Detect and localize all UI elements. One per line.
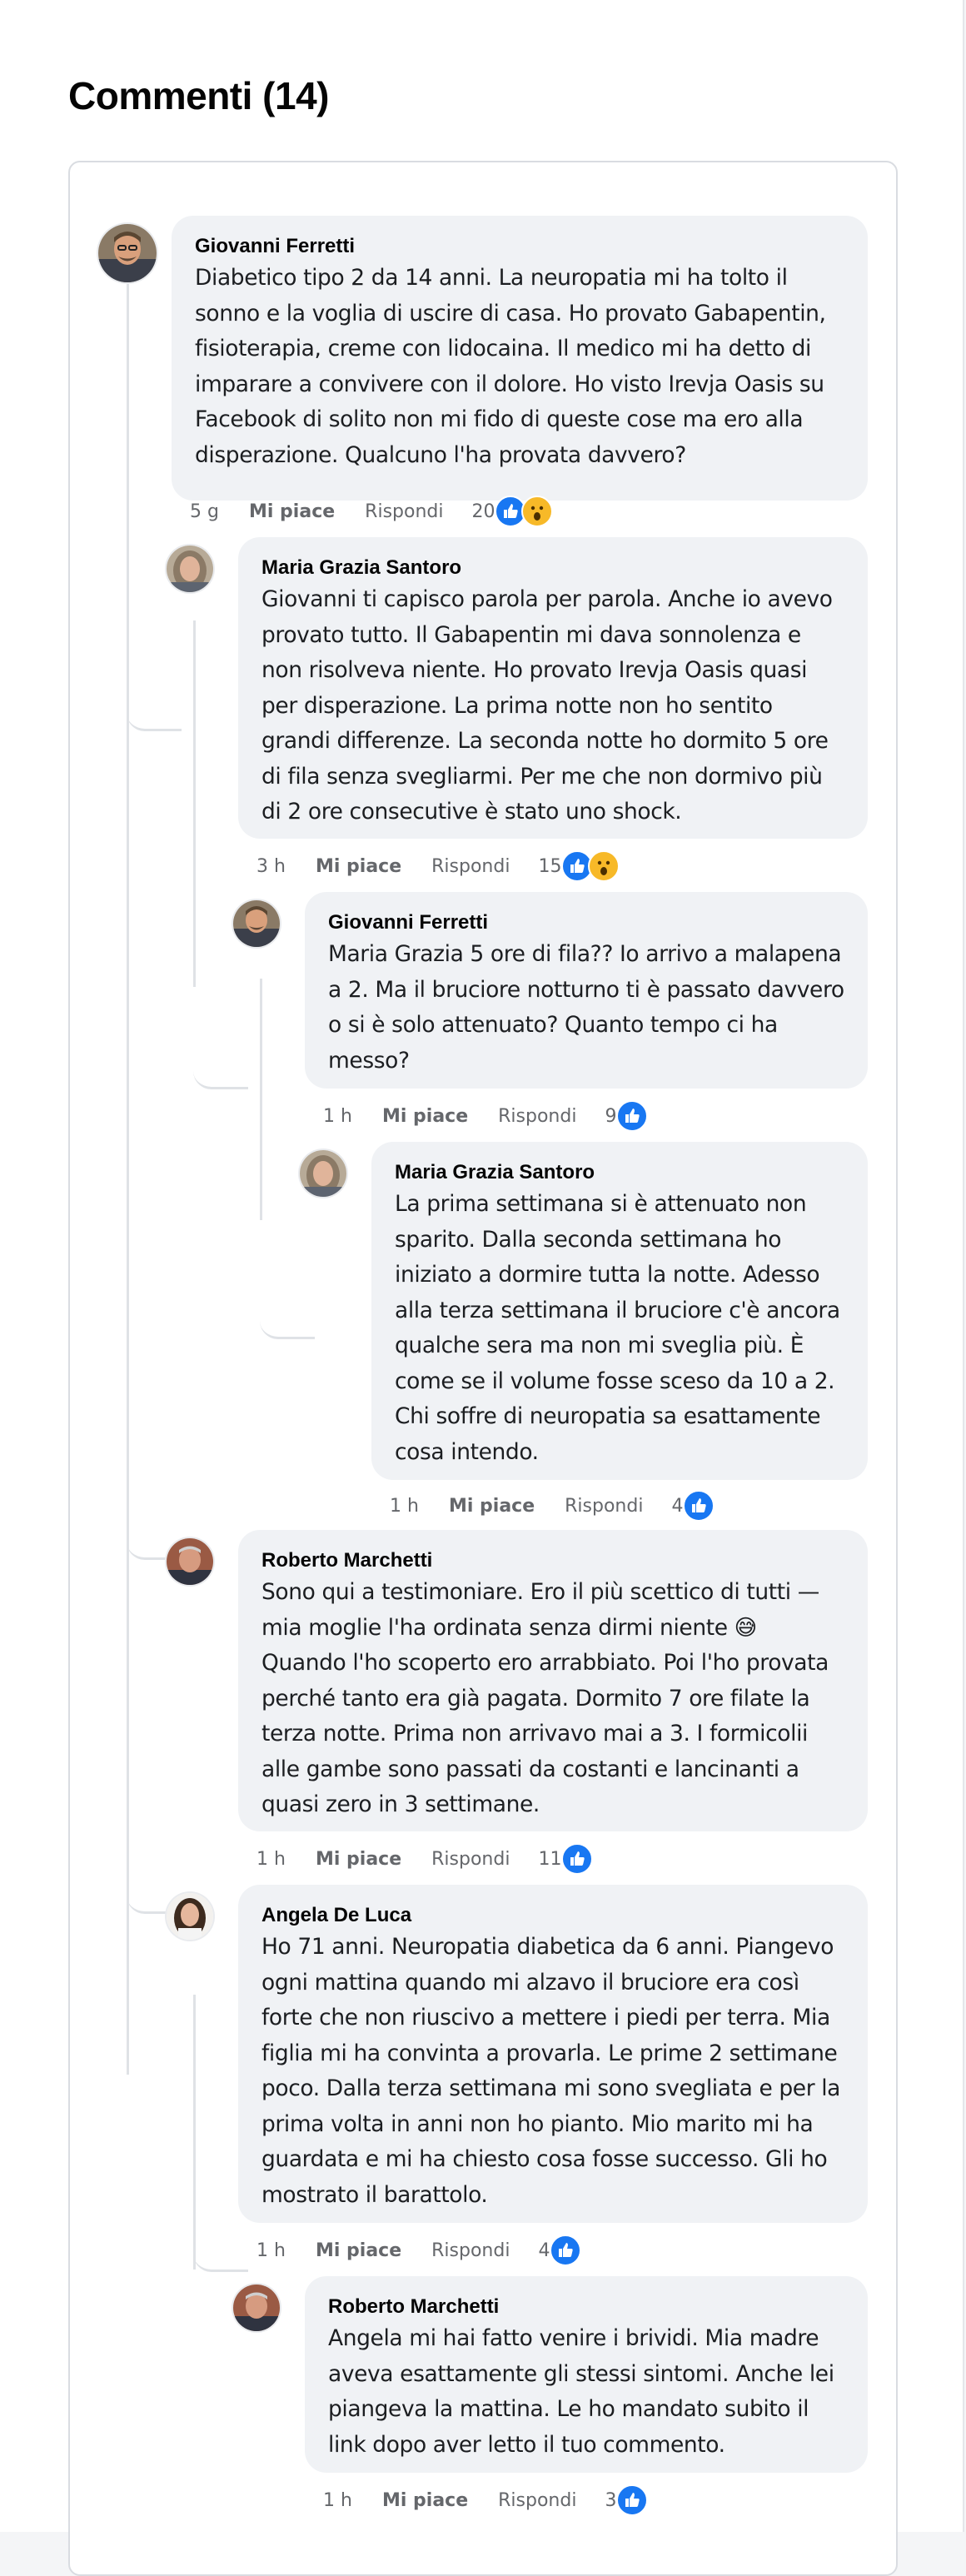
avatar-image xyxy=(300,1150,346,1197)
avatar-image xyxy=(167,1893,213,1940)
reaction-count[interactable]: 20 xyxy=(471,501,495,522)
comment-time[interactable]: 1 h xyxy=(256,2240,286,2261)
comment-author[interactable]: Roberto Marchetti xyxy=(328,2294,844,2319)
comment-text: Giovanni ti capisco parola per parola. A… xyxy=(261,586,833,825)
comment-text: Sono qui a testimoniare. Ero il più scet… xyxy=(261,1579,829,1817)
thumbs-up-icon xyxy=(550,2235,582,2266)
reply-button[interactable]: Rispondi xyxy=(431,856,510,877)
like-button[interactable]: Mi piace xyxy=(316,2240,401,2261)
avatar[interactable] xyxy=(167,1893,213,1940)
reaction-count[interactable]: 3 xyxy=(605,2490,616,2511)
thumbs-up-icon xyxy=(683,1490,715,1522)
reply-button[interactable]: Rispondi xyxy=(498,2490,576,2511)
comment-time[interactable]: 1 h xyxy=(323,2490,352,2511)
page: Commenti (14) Giovanni Ferretti Diabetic… xyxy=(0,0,964,2576)
like-button[interactable]: Mi piace xyxy=(449,1496,535,1517)
comment-text: Maria Grazia 5 ore di fila?? Io arrivo a… xyxy=(328,941,844,1074)
avatar[interactable] xyxy=(167,546,213,592)
comment-author[interactable]: Angela De Luca xyxy=(261,1903,844,1928)
reaction-count[interactable]: 11 xyxy=(538,1849,561,1870)
comment-text: Ho 71 anni. Neuropatia diabetica da 6 an… xyxy=(261,1934,841,2208)
comment-text: Diabetico tipo 2 da 14 anni. La neuropat… xyxy=(195,265,826,468)
comment-bubble: Roberto Marchetti Angela mi hai fatto ve… xyxy=(305,2276,868,2473)
comment-bubble: Maria Grazia Santoro La prima settimana … xyxy=(371,1142,868,1480)
comment-bubble: Giovanni Ferretti Maria Grazia 5 ore di … xyxy=(305,892,868,1089)
avatar-image xyxy=(233,2285,280,2331)
comment-bubble: Roberto Marchetti Sono qui a testimoniar… xyxy=(238,1530,868,1831)
avatar-image xyxy=(167,546,213,592)
comment-time[interactable]: 3 h xyxy=(256,856,286,877)
comment-meta: 1 h Mi piace Rispondi 4 xyxy=(256,2235,582,2266)
comment-author[interactable]: Giovanni Ferretti xyxy=(195,234,844,259)
comment-time[interactable]: 1 h xyxy=(256,1849,286,1870)
avatar[interactable] xyxy=(233,2285,280,2331)
comment-bubble: Maria Grazia Santoro Giovanni ti capisco… xyxy=(238,537,868,839)
avatar-image xyxy=(98,224,157,282)
avatar[interactable] xyxy=(98,224,157,282)
comment-text: La prima settimana si è attenuato non sp… xyxy=(395,1191,840,1465)
comments-thread: Giovanni Ferretti Diabetico tipo 2 da 14… xyxy=(68,161,898,2576)
reply-button[interactable]: Rispondi xyxy=(431,2240,510,2261)
reply-button[interactable]: Rispondi xyxy=(365,501,443,522)
thumbs-up-icon xyxy=(616,2484,649,2516)
reply-button[interactable]: Rispondi xyxy=(431,1849,510,1870)
comment-meta: 1 h Mi piace Rispondi 4 xyxy=(390,1490,715,1522)
like-button[interactable]: Mi piace xyxy=(316,856,401,877)
comments-title: Commenti (14) xyxy=(68,74,329,117)
comment-time[interactable]: 1 h xyxy=(323,1106,352,1127)
comment-author[interactable]: Maria Grazia Santoro xyxy=(261,556,844,580)
thumbs-up-icon xyxy=(561,1843,594,1875)
reply-button[interactable]: Rispondi xyxy=(498,1106,576,1127)
comment-meta: 1 h Mi piace Rispondi 3 xyxy=(323,2484,649,2516)
avatar[interactable] xyxy=(300,1150,346,1197)
avatar[interactable] xyxy=(233,900,280,947)
like-button[interactable]: Mi piace xyxy=(249,501,335,522)
reply-button[interactable]: Rispondi xyxy=(565,1496,643,1517)
like-button[interactable]: Mi piace xyxy=(382,1106,468,1127)
wow-icon xyxy=(588,850,620,882)
wow-icon xyxy=(521,496,554,527)
comment-text: Angela mi hai fatto venire i brividi. Mi… xyxy=(328,2325,834,2458)
comment-bubble: Angela De Luca Ho 71 anni. Neuropatia di… xyxy=(238,1885,868,2223)
comment-meta: 3 h Mi piace Rispondi 15 xyxy=(256,850,620,882)
comment-author[interactable]: Roberto Marchetti xyxy=(261,1548,844,1573)
comment-meta: 1 h Mi piace Rispondi 9 xyxy=(323,1100,649,1132)
like-button[interactable]: Mi piace xyxy=(382,2490,468,2511)
comment-author[interactable]: Giovanni Ferretti xyxy=(328,910,844,935)
reaction-count[interactable]: 15 xyxy=(538,856,561,877)
thumbs-up-icon xyxy=(616,1100,649,1132)
comment-time[interactable]: 1 h xyxy=(390,1496,419,1517)
avatar-image xyxy=(167,1538,213,1585)
comment-author[interactable]: Maria Grazia Santoro xyxy=(395,1160,844,1185)
reaction-count[interactable]: 9 xyxy=(605,1106,616,1127)
comment-meta: 1 h Mi piace Rispondi 11 xyxy=(256,1843,594,1875)
avatar[interactable] xyxy=(167,1538,213,1585)
comment-time[interactable]: 5 g xyxy=(190,501,219,522)
comment-meta: 5 g Mi piace Rispondi 20 xyxy=(190,496,554,527)
comment-bubble: Giovanni Ferretti Diabetico tipo 2 da 14… xyxy=(172,216,868,501)
reaction-count[interactable]: 4 xyxy=(671,1496,683,1517)
reaction-count[interactable]: 4 xyxy=(538,2240,550,2261)
avatar-image xyxy=(233,900,280,947)
like-button[interactable]: Mi piace xyxy=(316,1849,401,1870)
